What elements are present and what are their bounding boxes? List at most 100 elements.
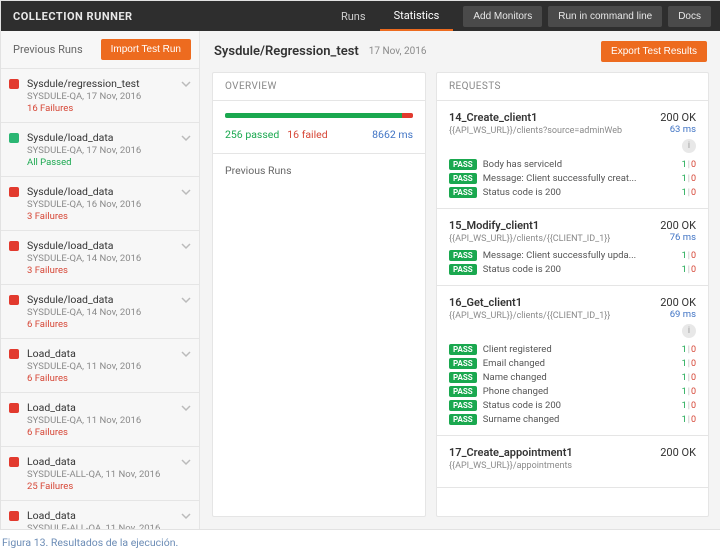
chevron-down-icon[interactable] (181, 457, 191, 470)
chevron-down-icon[interactable] (181, 403, 191, 416)
info-icon[interactable]: i (682, 324, 696, 338)
run-name: Sysdule/load_data (27, 131, 141, 144)
request-url: {{API_WS_URL}}/clients/{{CLIENT_ID_1}} (449, 234, 610, 244)
top-buttons: Add Monitors Run in command line Docs (453, 6, 720, 27)
pass-chip: PASS (449, 159, 477, 170)
pass-chip: PASS (449, 400, 477, 411)
assertion-count: 1|0 (682, 373, 696, 383)
request-header: 14_Create_client1{{API_WS_URL}}/clients?… (449, 111, 696, 153)
overview-counts: 256 passed 16 failed 8662 ms (225, 128, 413, 141)
run-texts: Sysdule/load_dataSYSDULE-QA, 14 Nov, 201… (27, 239, 141, 276)
run-item[interactable]: Sysdule/load_dataSYSDULE-QA, 16 Nov, 201… (1, 177, 199, 231)
assertion-message: Name changed (483, 372, 676, 383)
overview-body: 256 passed 16 failed 8662 ms (213, 101, 425, 153)
chevron-down-icon[interactable] (181, 349, 191, 362)
request-item[interactable]: 17_Create_appointment1{{API_WS_URL}}/app… (437, 436, 708, 488)
previous-runs-list[interactable]: Sysdule/regression_testSYSDULE-QA, 17 No… (1, 69, 199, 529)
tab-statistics[interactable]: Statistics (380, 1, 454, 31)
assertion-row: PASSStatus code is 2001|0 (449, 187, 696, 198)
chevron-down-icon[interactable] (181, 187, 191, 200)
overview-panel: OVERVIEW 256 passed 16 failed (212, 72, 426, 517)
pass-chip: PASS (449, 250, 477, 261)
chevron-down-icon[interactable] (181, 79, 191, 92)
chevron-down-icon[interactable] (181, 511, 191, 524)
progress-fail (402, 113, 413, 118)
passed-label: 256 passed (225, 128, 279, 141)
assertion-message: Status code is 200 (483, 264, 676, 275)
assertion-row: PASS Message: Client successfully upda...… (449, 250, 696, 261)
assertion-row: PASSBody has serviceId1|0 (449, 159, 696, 170)
run-meta: SYSDULE-QA, 14 Nov, 2016 (27, 307, 141, 318)
status-dot-icon (9, 349, 19, 359)
run-item[interactable]: Sysdule/load_dataSYSDULE-QA, 14 Nov, 201… (1, 231, 199, 285)
previous-runs-link[interactable]: Previous Runs (213, 153, 425, 187)
request-name: 15_Modify_client1 (449, 219, 610, 232)
request-status-block: 200 OK69 msi (660, 296, 696, 338)
assertion-row: PASS Surname changed 1|0 (449, 414, 696, 425)
pass-chip: PASS (449, 264, 477, 275)
overview-heading: OVERVIEW (213, 73, 425, 101)
status-dot-icon (9, 79, 19, 89)
request-status-block: 200 OK63 msi (660, 111, 696, 153)
run-item[interactable]: Sysdule/regression_testSYSDULE-QA, 17 No… (1, 69, 199, 123)
tab-runs[interactable]: Runs (327, 1, 380, 31)
status-dot-icon (9, 187, 19, 197)
assertion-count: 1|0 (682, 401, 696, 411)
status-dot-icon (9, 295, 19, 305)
request-item[interactable]: 16_Get_client1{{API_WS_URL}}/clients/{{C… (437, 286, 708, 436)
run-title: Sysdule/Regression_test (214, 44, 359, 59)
assertion-message: Client registered (483, 344, 676, 355)
sidebar: Previous Runs Import Test Run Sysdule/re… (1, 31, 200, 529)
run-item[interactable]: Load_dataSYSDULE-ALL-QA, 11 Nov, 201625 … (1, 447, 199, 501)
request-url: {{API_WS_URL}}/clients?source=adminWeb (449, 126, 622, 136)
assertion-count: 1|0 (682, 160, 696, 170)
run-meta: SYSDULE-ALL-QA, 11 Nov, 2016 (27, 469, 160, 480)
assertion-row: PASS Client registered 1|0 (449, 344, 696, 355)
run-meta: SYSDULE-QA, 17 Nov, 2016 (27, 91, 141, 102)
assertion-count: 1|0 (682, 345, 696, 355)
panels: OVERVIEW 256 passed 16 failed (200, 66, 720, 529)
add-monitors-button[interactable]: Add Monitors (463, 6, 542, 27)
assertions: PASS Message: Client successfully upda...… (449, 250, 696, 275)
pass-chip: PASS (449, 344, 477, 355)
run-item[interactable]: Sysdule/load_dataSYSDULE-QA, 17 Nov, 201… (1, 123, 199, 177)
requests-list[interactable]: 14_Create_client1{{API_WS_URL}}/clients?… (437, 101, 708, 516)
run-meta: SYSDULE-QA, 14 Nov, 2016 (27, 253, 141, 264)
run-meta: SYSDULE-ALL-QA, 11 Nov, 2016 (27, 523, 160, 529)
status-dot-icon (9, 241, 19, 251)
run-name: Load_data (27, 509, 160, 522)
assertion-message: Surname changed (483, 414, 676, 425)
chevron-down-icon[interactable] (181, 133, 191, 146)
assertion-message: Message: Client successfully creat... (483, 173, 676, 184)
run-status: 3 Failures (27, 265, 141, 276)
run-item[interactable]: Sysdule/load_dataSYSDULE-QA, 14 Nov, 201… (1, 285, 199, 339)
sidebar-title: Previous Runs (13, 43, 83, 56)
run-meta: SYSDULE-QA, 11 Nov, 2016 (27, 415, 141, 426)
pass-chip: PASS (449, 414, 477, 425)
chevron-down-icon[interactable] (181, 241, 191, 254)
top-bar: COLLECTION RUNNER Runs Statistics Add Mo… (1, 1, 720, 31)
run-item[interactable]: Load_dataSYSDULE-QA, 11 Nov, 20166 Failu… (1, 393, 199, 447)
chevron-down-icon[interactable] (181, 295, 191, 308)
run-date: 17 Nov, 2016 (369, 46, 427, 57)
run-item[interactable]: Load_dataSYSDULE-ALL-QA, 11 Nov, 201638 … (1, 501, 199, 529)
assertion-message: Status code is 200 (483, 400, 676, 411)
request-item[interactable]: 15_Modify_client1 {{API_WS_URL}}/clients/… (437, 209, 708, 286)
assertion-count: 1|0 (682, 415, 696, 425)
assertion-count: 1|0 (682, 251, 696, 261)
request-item[interactable]: 14_Create_client1{{API_WS_URL}}/clients?… (437, 101, 708, 209)
pass-chip: PASS (449, 173, 477, 184)
info-icon[interactable]: i (682, 139, 696, 153)
pass-chip: PASS (449, 386, 477, 397)
assertion-row: PASS Status code is 200 1|0 (449, 400, 696, 411)
total-time: 8662 ms (372, 128, 413, 141)
assertion-message: Message: Client successfully upda... (483, 250, 676, 261)
export-results-button[interactable]: Export Test Results (601, 41, 707, 62)
run-cli-button[interactable]: Run in command line (548, 6, 662, 27)
requests-heading: REQUESTS (437, 73, 708, 101)
docs-button[interactable]: Docs (668, 6, 711, 27)
run-item[interactable]: Load_dataSYSDULE-QA, 11 Nov, 20166 Failu… (1, 339, 199, 393)
request-header: 17_Create_appointment1{{API_WS_URL}}/app… (449, 446, 696, 471)
assertion-row: PASSName changed1|0 (449, 372, 696, 383)
import-test-run-button[interactable]: Import Test Run (101, 39, 191, 60)
